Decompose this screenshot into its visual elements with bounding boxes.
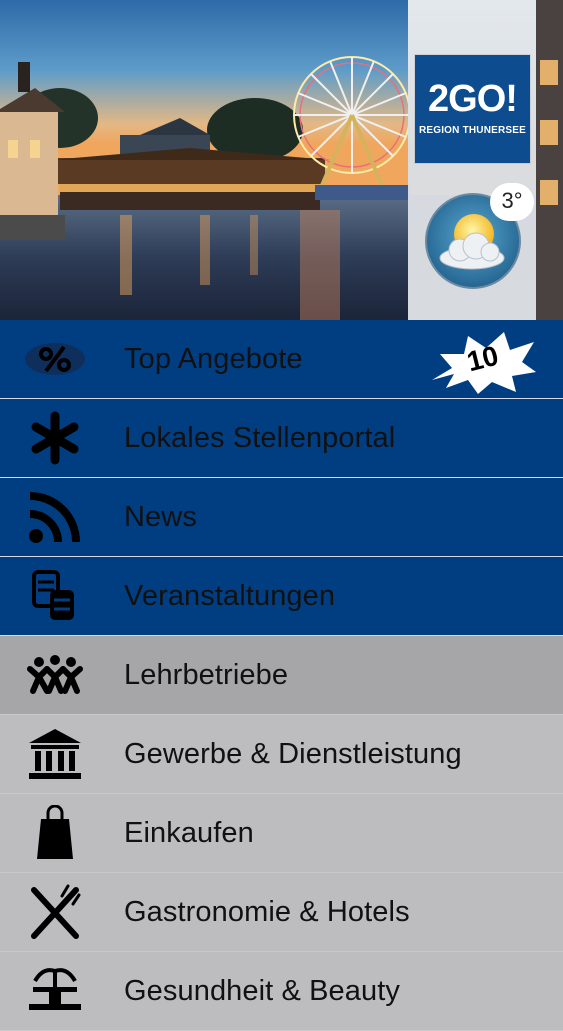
shopping-bag-icon: [0, 794, 110, 873]
menu-item-gastronomie[interactable]: Gastronomie & Hotels: [0, 873, 563, 952]
offers-count-badge: 10: [428, 324, 538, 396]
menu-label: Gastronomie & Hotels: [124, 895, 410, 928]
logo-main-text: 2GO!: [428, 78, 518, 120]
logo-sub-text: REGION THUNERSEE: [418, 125, 527, 136]
ticket-stack-icon: [0, 557, 110, 636]
menu-item-gesundheit[interactable]: Gesundheit & Beauty: [0, 952, 563, 1031]
knife-fork-icon: [0, 873, 110, 952]
people-group-icon: [0, 636, 110, 715]
menu-item-gewerbe[interactable]: Gewerbe & Dienstleistung: [0, 715, 563, 794]
bank-building-icon: [0, 715, 110, 794]
menu-label: Veranstaltungen: [124, 579, 336, 612]
menu-item-stellenportal[interactable]: Lokales Stellenportal: [0, 399, 563, 478]
hero-banner: 2GO! REGION THUNERSEE 3°: [0, 0, 563, 320]
menu-label: Gewerbe & Dienstleistung: [124, 737, 462, 770]
app-logo[interactable]: 2GO! REGION THUNERSEE: [415, 55, 530, 163]
menu-item-veranstaltungen[interactable]: Veranstaltungen: [0, 557, 563, 636]
menu-label: Lehrbetriebe: [124, 658, 289, 691]
rss-feed-icon: [0, 478, 110, 557]
menu-label: Top Angebote: [124, 342, 303, 375]
menu-label: Einkaufen: [124, 816, 254, 849]
menu-item-einkaufen[interactable]: Einkaufen: [0, 794, 563, 873]
menu-label: News: [124, 500, 197, 533]
menu-label: Lokales Stellenportal: [124, 421, 396, 454]
menu-item-lehrbetriebe[interactable]: Lehrbetriebe: [0, 636, 563, 715]
temperature-badge: 3°: [490, 183, 534, 221]
menu-item-news[interactable]: News: [0, 478, 563, 557]
menu-label: Gesundheit & Beauty: [124, 974, 400, 1007]
menu-item-top-angebote[interactable]: Top Angebote 10: [0, 320, 563, 399]
asterisk-icon: [0, 399, 110, 478]
main-menu: Top Angebote 10 Lokales Stellenportal Ne…: [0, 320, 563, 1031]
percent-tag-icon: [0, 320, 110, 399]
fountain-icon: [0, 952, 110, 1031]
